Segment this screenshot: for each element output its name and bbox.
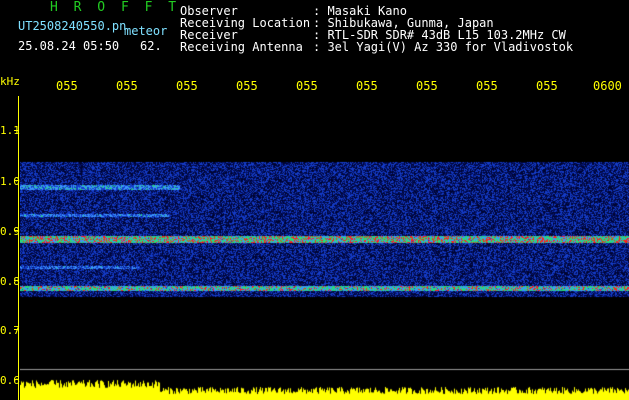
field-antenna-value: : 3el Yagi(V) Az 330 for Vladivostok: [313, 40, 574, 54]
x-tick-9: 055: [536, 79, 558, 93]
field-antenna-key: Receiving Antenna: [180, 40, 303, 54]
x-tick-5: 055: [296, 79, 318, 93]
file-name: UT2508240550.pn: [18, 19, 127, 33]
x-tick-1: 055: [56, 79, 78, 93]
date-time: 25.08.24 05:50: [18, 39, 120, 53]
x-tick-10: 0600: [593, 79, 622, 93]
x-tick-2: 055: [116, 79, 138, 93]
x-tick-6: 055: [356, 79, 378, 93]
meteor-count: 62.: [140, 39, 162, 53]
y-unit-label: kHz: [0, 75, 20, 88]
spectrogram-canvas: [20, 96, 629, 400]
x-tick-8: 055: [476, 79, 498, 93]
x-tick-3: 055: [176, 79, 198, 93]
x-tick-7: 055: [416, 79, 438, 93]
x-tick-4: 055: [236, 79, 258, 93]
station-title: H R O F F T: [50, 0, 181, 15]
meteor-label: meteor: [124, 24, 168, 38]
